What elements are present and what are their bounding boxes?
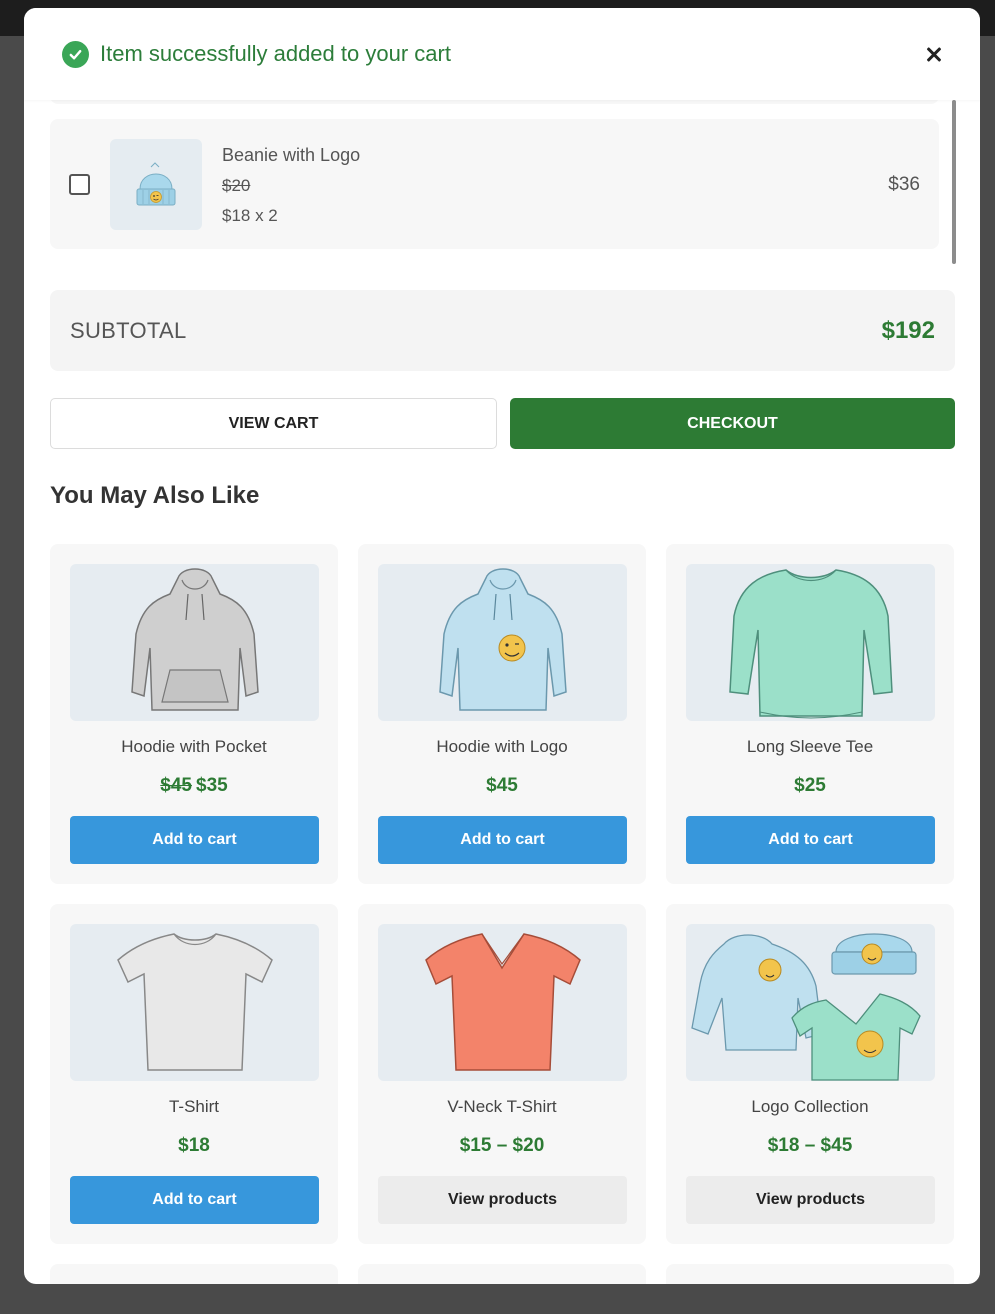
cart-item-previous-partial bbox=[50, 100, 939, 104]
product-card: V-Neck T-Shirt $15 – $20 View products bbox=[358, 904, 646, 1244]
product-price: $25 bbox=[794, 775, 826, 796]
view-products-button[interactable]: View products bbox=[686, 1176, 935, 1224]
cart-item-qty-price: $18 x 2 bbox=[222, 206, 278, 225]
product-name[interactable]: T-Shirt bbox=[50, 1097, 338, 1117]
product-name[interactable]: Long Sleeve Tee bbox=[666, 737, 954, 757]
cart-item-checkbox[interactable] bbox=[69, 174, 90, 195]
beanie-thumbnail[interactable] bbox=[110, 139, 202, 230]
view-cart-button[interactable]: VIEW CART bbox=[50, 398, 497, 449]
product-price: $45 $35 bbox=[50, 775, 338, 797]
product-name[interactable]: Hoodie with Logo bbox=[358, 737, 646, 757]
close-icon[interactable] bbox=[918, 38, 950, 70]
add-to-cart-button[interactable]: Add to cart bbox=[686, 816, 935, 864]
product-card-partial bbox=[666, 1264, 954, 1284]
product-image-long-sleeve-tee[interactable] bbox=[686, 564, 935, 721]
product-image-hoodie-pocket[interactable] bbox=[70, 564, 319, 721]
cart-item-line-total: $36 bbox=[888, 174, 920, 195]
cart-scrollbar[interactable] bbox=[952, 100, 956, 264]
subtotal-label: SUBTOTAL bbox=[70, 317, 187, 343]
product-price: $18 bbox=[178, 1135, 210, 1156]
subtotal-value: $192 bbox=[881, 316, 935, 344]
product-card: Hoodie with Logo $45 Add to cart bbox=[358, 544, 646, 884]
product-card-partial bbox=[50, 1264, 338, 1284]
product-old-price: $45 bbox=[160, 775, 192, 796]
product-name[interactable]: V-Neck T-Shirt bbox=[358, 1097, 646, 1117]
product-sale-price: $35 bbox=[196, 775, 228, 796]
cart-items-list[interactable]: Beanie with Logo $20 $18 x 2 $36 bbox=[50, 100, 956, 268]
product-card: Hoodie with Pocket $45 $35 Add to cart bbox=[50, 544, 338, 884]
add-to-cart-button[interactable]: Add to cart bbox=[378, 816, 627, 864]
cart-modal: Item successfully added to your cart Bea… bbox=[24, 8, 980, 1284]
product-name[interactable]: Logo Collection bbox=[666, 1097, 954, 1117]
cart-item: Beanie with Logo $20 $18 x 2 $36 bbox=[50, 119, 939, 249]
upsell-title: You May Also Like bbox=[50, 482, 260, 509]
product-card: Long Sleeve Tee $25 Add to cart bbox=[666, 544, 954, 884]
success-check-icon bbox=[62, 40, 89, 68]
product-card: T-Shirt $18 Add to cart bbox=[50, 904, 338, 1244]
product-image-hoodie-logo[interactable] bbox=[378, 564, 627, 721]
subtotal-bar: SUBTOTAL $192 bbox=[50, 290, 955, 371]
success-notice: Item successfully added to your cart bbox=[100, 41, 451, 66]
product-image-t-shirt[interactable] bbox=[70, 924, 319, 1081]
product-price: $15 – $20 bbox=[459, 1135, 545, 1156]
modal-header: Item successfully added to your cart bbox=[24, 8, 980, 100]
view-products-button[interactable]: View products bbox=[378, 1176, 627, 1224]
product-price: $18 – $45 bbox=[767, 1135, 853, 1156]
product-name[interactable]: Hoodie with Pocket bbox=[50, 737, 338, 757]
product-card: Logo Collection $18 – $45 View products bbox=[666, 904, 954, 1244]
product-price: $45 bbox=[486, 775, 518, 796]
add-to-cart-button[interactable]: Add to cart bbox=[70, 816, 319, 864]
product-image-logo-collection[interactable] bbox=[686, 924, 935, 1081]
product-card-partial bbox=[358, 1264, 646, 1284]
add-to-cart-button[interactable]: Add to cart bbox=[70, 1176, 319, 1224]
cart-item-old-price: $20 bbox=[222, 176, 251, 195]
cart-item-name[interactable]: Beanie with Logo bbox=[222, 145, 360, 166]
checkout-button[interactable]: CHECKOUT bbox=[510, 398, 955, 449]
product-image-v-neck-t-shirt[interactable] bbox=[378, 924, 627, 1081]
